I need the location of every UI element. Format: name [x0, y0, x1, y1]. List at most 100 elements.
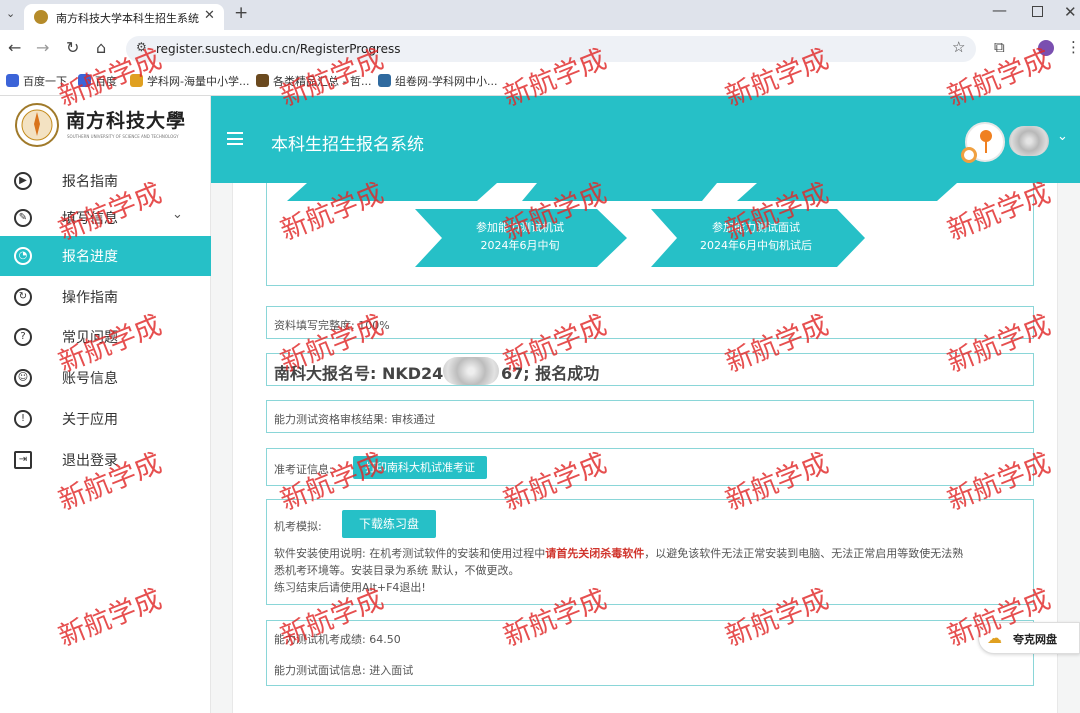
install-note: 软件安装使用说明: 在机考测试软件的安装和使用过程中请首先关闭杀毒软件，以避免该…: [274, 545, 1030, 596]
pin-stem: [985, 141, 987, 153]
question-icon: ?: [14, 328, 32, 346]
interview-info: 能力测试面试信息: 进入面试: [274, 664, 414, 677]
registration-number-text: 南科大报名号: NKD24: [274, 364, 444, 383]
paw-icon: [6, 74, 19, 87]
bookmark-label: 学科网-海量中小学...: [147, 75, 250, 88]
tab-title: 南方科技大学本科生招生系统: [56, 12, 199, 25]
refresh-icon: ↻: [14, 288, 32, 306]
bookmark-favicon-icon: [256, 74, 269, 87]
sidebar-item-label: 常见问题: [62, 330, 118, 346]
maximize-icon[interactable]: [1032, 6, 1043, 17]
progress-flow-box: [266, 183, 1034, 286]
info-icon: !: [14, 410, 32, 428]
university-emblem-icon: [15, 103, 59, 147]
results-box: 能力测试机考成绩: 64.50 能力测试面试信息: 进入面试: [266, 620, 1034, 686]
sidebar-item-label: 报名指南: [62, 174, 118, 190]
chevron-down-icon[interactable]: ⌄: [1057, 129, 1068, 144]
tab-list-chevron-icon[interactable]: ⌄: [6, 8, 15, 19]
sidebar-item-about[interactable]: ! 关于应用: [0, 399, 211, 439]
logout-icon: ⇥: [14, 451, 32, 469]
bookmark-label: 各类精品汇总 - 哲...: [273, 75, 372, 88]
bookmark-favicon-icon: [378, 74, 391, 87]
ticket-box: 准考证信息: 打印南科大机试准考证: [266, 448, 1034, 486]
registration-status-text: 67; 报名成功: [501, 364, 600, 383]
step-interview: 参加能力测试面试 2024年6月中旬机试后: [676, 219, 836, 255]
user-circle-icon: ☺: [14, 369, 32, 387]
browser-tabstrip: ⌄ 南方科技大学本科生招生系统 ✕ + — ✕: [0, 0, 1080, 30]
username-blurred: [1009, 126, 1049, 156]
home-icon[interactable]: ⌂: [96, 40, 106, 56]
reload-icon[interactable]: ↻: [66, 40, 79, 56]
gauge-icon: ◔: [14, 247, 32, 265]
new-tab-icon[interactable]: +: [234, 5, 248, 22]
back-icon[interactable]: ←: [8, 40, 21, 56]
completion-box: 资料填写完整度: 100%: [266, 306, 1034, 339]
close-tab-icon[interactable]: ✕: [204, 9, 215, 22]
sidebar-item-faq[interactable]: ? 常见问题: [0, 317, 211, 357]
completion-text: 资料填写完整度: 100%: [274, 319, 390, 332]
bookmark-label: 组卷网-学科网中小...: [395, 75, 498, 88]
install-note-prefix: 软件安装使用说明: 在机考测试软件的安装和使用过程中: [274, 547, 546, 560]
browser-menu-icon[interactable]: ⋮: [1066, 40, 1080, 55]
step-date: 2024年6月中旬: [480, 239, 560, 252]
bookmark-label: 百度: [95, 75, 117, 88]
hamburger-menu-icon[interactable]: [227, 132, 243, 145]
minimize-icon[interactable]: —: [992, 3, 1007, 18]
mock-test-box: 机考模拟: 下载练习盘 软件安装使用说明: 在机考测试软件的安装和使用过程中请首…: [266, 499, 1034, 605]
forward-icon[interactable]: →: [36, 40, 49, 56]
ticket-label: 准考证信息:: [274, 463, 333, 476]
bookmark-label: 百度一下: [23, 75, 67, 88]
blurred-digits: [443, 357, 499, 385]
install-note-line2: 悉机考环境等。安装目录为系统 默认，不做更改。: [274, 564, 520, 577]
status-ring: [961, 147, 977, 163]
bookmark-item[interactable]: 学科网-海量中小学...: [130, 73, 249, 89]
sidebar-item-label: 关于应用: [62, 412, 118, 428]
print-ticket-button[interactable]: 打印南科大机试准考证: [353, 456, 487, 479]
bookmark-item[interactable]: 各类精品汇总 - 哲...: [256, 73, 371, 89]
bookmark-item[interactable]: 百度一下: [6, 73, 67, 89]
machine-test-score: 能力测试机考成绩: 64.50: [274, 633, 401, 646]
close-window-icon[interactable]: ✕: [1064, 5, 1077, 20]
site-info-icon[interactable]: ⚙: [136, 41, 147, 53]
edit-icon: ✎: [14, 209, 32, 227]
download-practice-button[interactable]: 下载练习盘: [342, 510, 436, 538]
sidebar-item-label: 退出登录: [62, 453, 118, 469]
sidebar-item-progress[interactable]: ◔ 报名进度: [0, 236, 211, 276]
quark-drive-label: 夸克网盘: [1013, 633, 1057, 646]
profile-avatar[interactable]: [1038, 40, 1054, 56]
sidebar-item-label: 填写信息: [62, 211, 118, 227]
cloud-icon: ☁: [987, 629, 1002, 647]
install-note-suffix: ，以避免该软件无法正常安装到电脑、无法正常启用等致使无法熟: [644, 547, 964, 560]
extensions-icon[interactable]: ⧉: [994, 40, 1005, 55]
antivirus-warning: 请首先关闭杀毒软件: [545, 547, 645, 560]
sustech-favicon-icon: [34, 10, 48, 24]
mock-label: 机考模拟:: [274, 520, 322, 533]
registration-box: 南科大报名号: NKD24 67; 报名成功: [266, 353, 1034, 386]
bookmark-item[interactable]: 百度: [78, 73, 117, 89]
sidebar-item-label: 报名进度: [62, 249, 118, 265]
browser-tab[interactable]: 南方科技大学本科生招生系统 ✕: [24, 4, 224, 30]
step-machine-test: 参加能力测试机试 2024年6月中旬: [440, 219, 600, 255]
url-bar[interactable]: ⚙ register.sustech.edu.cn/RegisterProgre…: [126, 36, 976, 62]
university-name: 南方科技大學: [66, 110, 187, 132]
university-logo: 南方科技大學 SOUTHERN UNIVERSITY OF SCIENCE AN…: [14, 102, 194, 150]
sidebar-item-label: 操作指南: [62, 290, 118, 306]
sidebar-item-logout[interactable]: ⇥ 退出登录: [0, 440, 211, 480]
sidebar-item-guide[interactable]: ▶ 报名指南: [0, 161, 211, 201]
review-result-text: 能力测试资格审核结果: 审核通过: [274, 413, 436, 426]
quark-drive-widget[interactable]: ☁ 夸克网盘: [978, 622, 1080, 654]
chevron-down-icon: ⌄: [172, 207, 183, 222]
top-header: 本科生招生报名系统 ⌄: [211, 96, 1080, 183]
step-date: 2024年6月中旬机试后: [700, 239, 812, 252]
sidebar-item-fill-info[interactable]: ✎ 填写信息 ⌄: [0, 198, 211, 238]
paw-icon: [78, 74, 91, 87]
user-avatar[interactable]: [961, 122, 1005, 163]
bookmark-item[interactable]: 组卷网-学科网中小...: [378, 73, 497, 89]
install-note-line3: 练习结束后请使用Alt+F4退出!: [274, 581, 426, 594]
bookmark-star-icon[interactable]: ☆: [952, 40, 965, 55]
review-box: 能力测试资格审核结果: 审核通过: [266, 400, 1034, 433]
sidebar-item-account[interactable]: ☺ 账号信息: [0, 358, 211, 398]
sidebar-item-operation-guide[interactable]: ↻ 操作指南: [0, 277, 211, 317]
university-subtitle: SOUTHERN UNIVERSITY OF SCIENCE AND TECHN…: [67, 134, 179, 139]
progress-flow-arrows: [287, 183, 957, 267]
